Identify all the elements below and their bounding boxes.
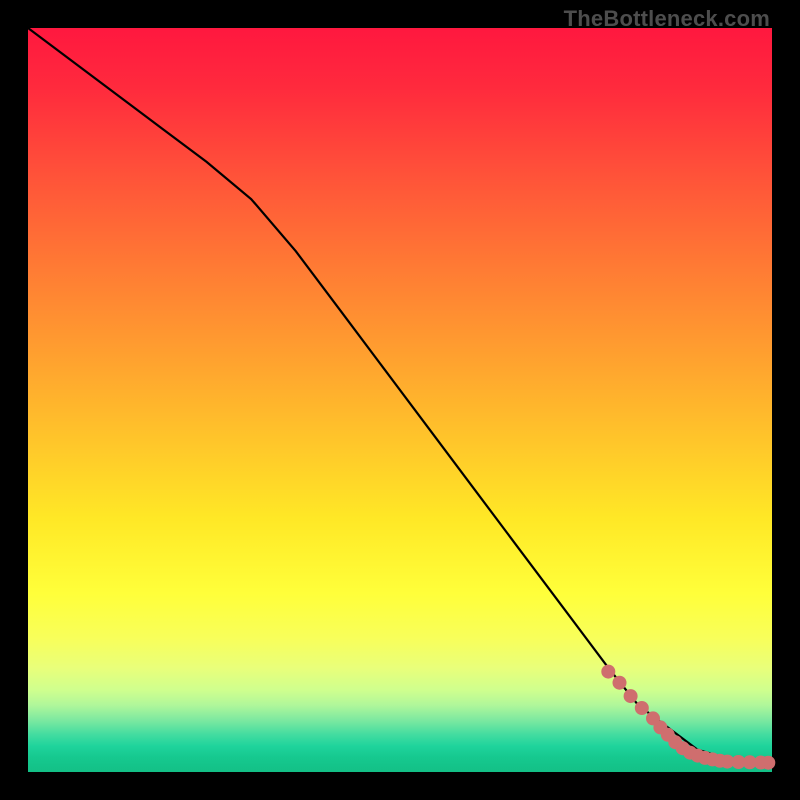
data-point (761, 756, 775, 770)
data-points (601, 665, 775, 770)
data-point (624, 689, 638, 703)
bottleneck-curve (28, 28, 772, 763)
data-point (601, 665, 615, 679)
chart-svg (28, 28, 772, 772)
data-point (635, 701, 649, 715)
watermark-text: TheBottleneck.com (564, 6, 770, 32)
data-point (613, 676, 627, 690)
chart-frame: TheBottleneck.com (0, 0, 800, 800)
